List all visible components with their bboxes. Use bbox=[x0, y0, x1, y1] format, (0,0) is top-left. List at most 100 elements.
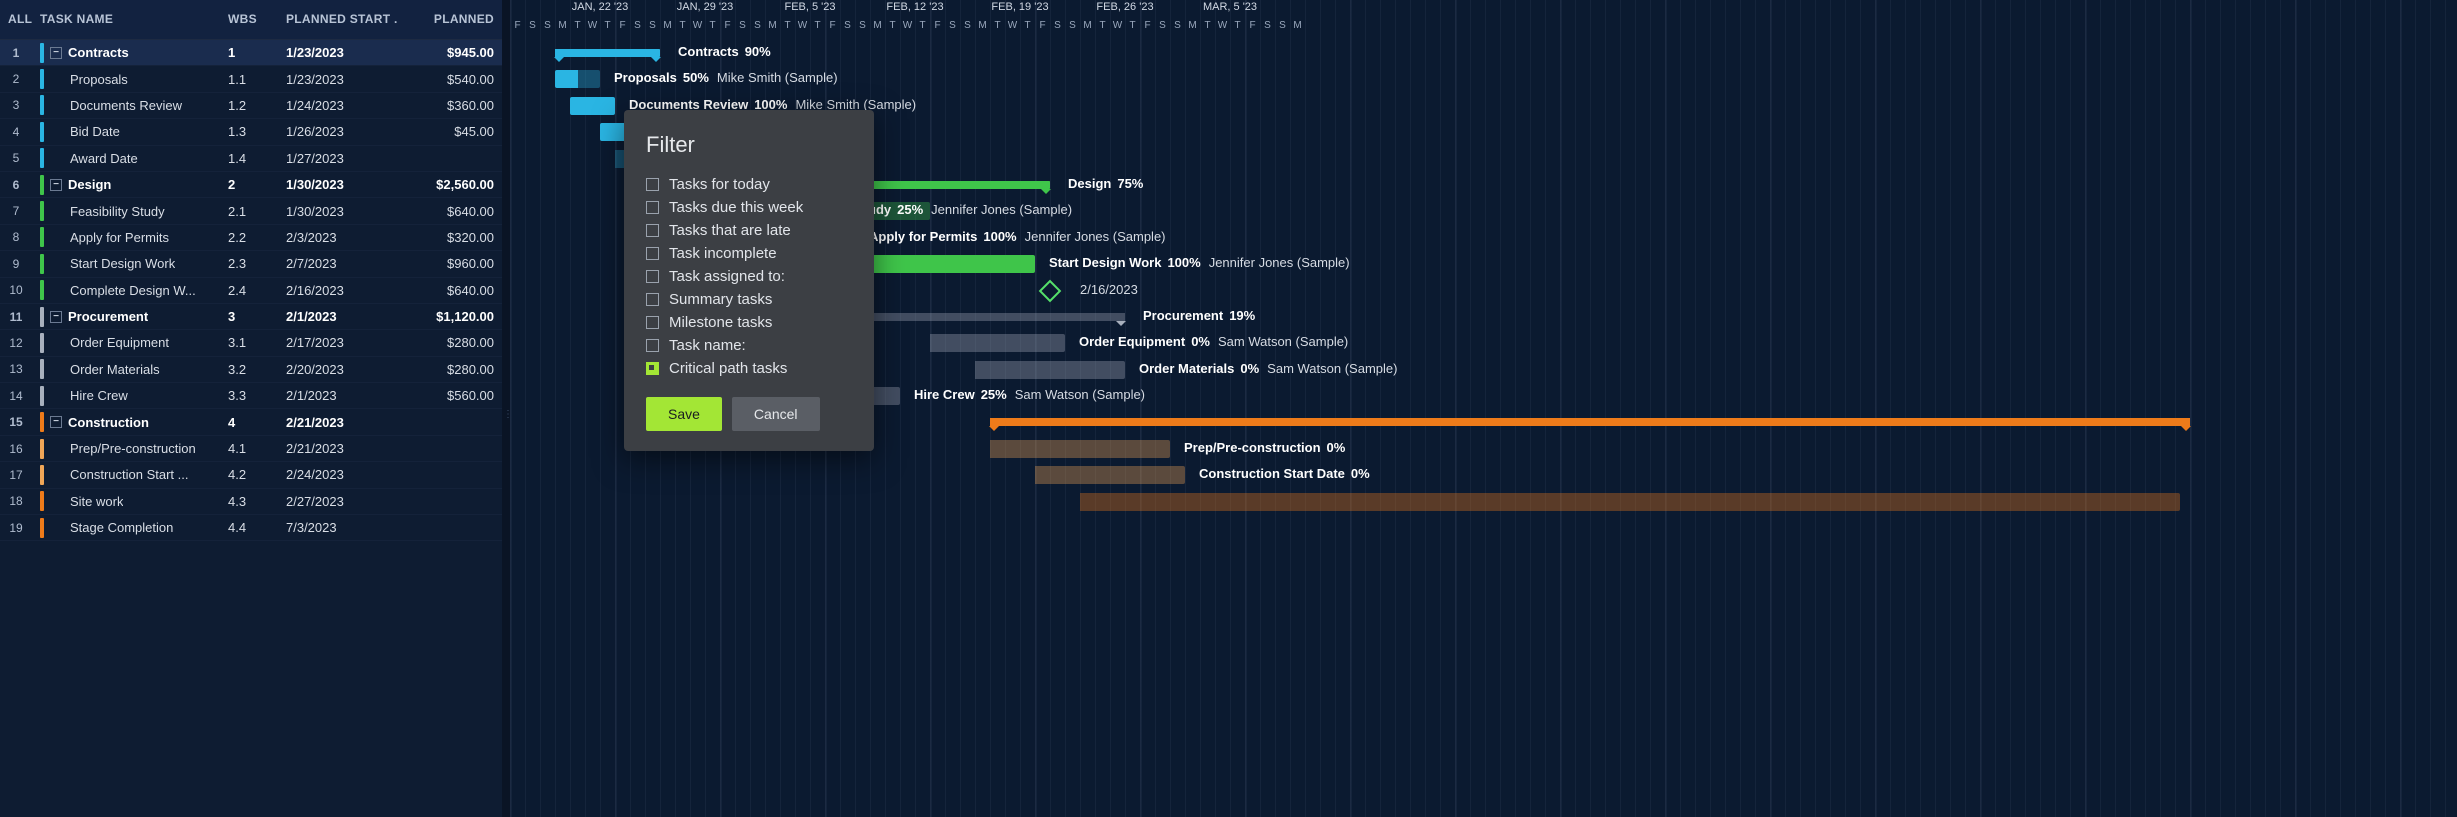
gantt-task-bar[interactable] bbox=[555, 70, 600, 88]
wbs-cell: 2 bbox=[220, 177, 278, 192]
gantt-task-bar[interactable] bbox=[975, 361, 1125, 379]
task-name-cell[interactable]: Construction Start ... bbox=[32, 465, 220, 485]
task-name-label: Order Materials bbox=[70, 362, 160, 377]
collapse-icon[interactable]: − bbox=[50, 47, 62, 59]
task-name-cell[interactable]: Stage Completion bbox=[32, 518, 220, 538]
timeline-day-label: T bbox=[780, 20, 795, 31]
task-name-cell[interactable]: −Design bbox=[32, 175, 220, 195]
table-row[interactable]: 9Start Design Work2.32/7/2023$960.00 bbox=[0, 251, 502, 277]
table-row[interactable]: 16Prep/Pre-construction4.12/21/2023 bbox=[0, 436, 502, 462]
task-name-cell[interactable]: Award Date bbox=[32, 148, 220, 168]
task-name-cell[interactable]: −Contracts bbox=[32, 43, 220, 63]
table-row[interactable]: 17Construction Start ...4.22/24/2023 bbox=[0, 462, 502, 488]
filter-option[interactable]: Task assigned to: bbox=[646, 268, 852, 285]
collapse-icon[interactable]: − bbox=[50, 416, 62, 428]
task-name-cell[interactable]: Prep/Pre-construction bbox=[32, 439, 220, 459]
save-button[interactable]: Save bbox=[646, 397, 722, 431]
column-header-all[interactable]: ALL bbox=[0, 0, 32, 39]
table-row[interactable]: 10Complete Design W...2.42/16/2023$640.0… bbox=[0, 278, 502, 304]
task-name-label: Documents Review bbox=[70, 98, 182, 113]
timeline-month-label: FEB, 19 '23 bbox=[991, 1, 1048, 13]
filter-option-label: Tasks for today bbox=[669, 176, 770, 193]
table-row[interactable]: 18Site work4.32/27/2023 bbox=[0, 489, 502, 515]
task-name-label: Prep/Pre-construction bbox=[70, 441, 196, 456]
filter-option[interactable]: Critical path tasks bbox=[646, 360, 852, 377]
task-name-cell[interactable]: Hire Crew bbox=[32, 386, 220, 406]
timeline-month-row: JAN, 22 '23JAN, 29 '23FEB, 5 '23FEB, 12 … bbox=[510, 0, 2457, 18]
gantt-summary-bar[interactable] bbox=[555, 49, 660, 57]
task-name-cell[interactable]: Feasibility Study bbox=[32, 201, 220, 221]
table-row[interactable]: 5Award Date1.41/27/2023 bbox=[0, 146, 502, 172]
table-row[interactable]: 3Documents Review1.21/24/2023$360.00 bbox=[0, 93, 502, 119]
filter-option[interactable]: Task name: bbox=[646, 337, 852, 354]
gantt-task-bar[interactable] bbox=[930, 334, 1065, 352]
gantt-task-bar[interactable] bbox=[1035, 466, 1185, 484]
timeline-day-label: M bbox=[870, 20, 885, 31]
collapse-icon[interactable]: − bbox=[50, 179, 62, 191]
checkbox-icon[interactable] bbox=[646, 178, 659, 191]
task-name-cell[interactable]: Start Design Work bbox=[32, 254, 220, 274]
column-header-planned-cost[interactable]: PLANNED bbox=[398, 0, 502, 39]
task-name-cell[interactable]: Proposals bbox=[32, 69, 220, 89]
timeline-day-label: F bbox=[615, 20, 630, 31]
checkbox-icon[interactable] bbox=[646, 224, 659, 237]
timeline-day-label: S bbox=[1065, 20, 1080, 31]
table-row[interactable]: 1−Contracts11/23/2023$945.00 bbox=[0, 40, 502, 66]
pane-splitter[interactable] bbox=[502, 0, 510, 817]
row-number: 7 bbox=[0, 204, 32, 218]
gantt-summary-bar[interactable] bbox=[990, 418, 2190, 426]
column-header-wbs[interactable]: WBS bbox=[220, 0, 278, 39]
filter-option[interactable]: Tasks for today bbox=[646, 176, 852, 193]
gantt-task-bar[interactable] bbox=[1080, 493, 2180, 511]
column-header-planned-start[interactable]: PLANNED START ... bbox=[278, 0, 398, 39]
wbs-cell: 2.4 bbox=[220, 283, 278, 298]
task-name-cell[interactable]: Order Materials bbox=[32, 359, 220, 379]
filter-option[interactable]: Task incomplete bbox=[646, 245, 852, 262]
task-name-label: Contracts bbox=[68, 45, 129, 60]
gantt-task-bar[interactable] bbox=[990, 440, 1170, 458]
timeline-day-label: S bbox=[1275, 20, 1290, 31]
filter-option[interactable]: Milestone tasks bbox=[646, 314, 852, 331]
table-row[interactable]: 8Apply for Permits2.22/3/2023$320.00 bbox=[0, 225, 502, 251]
table-row[interactable]: 19Stage Completion4.47/3/2023 bbox=[0, 515, 502, 541]
table-row[interactable]: 13Order Materials3.22/20/2023$280.00 bbox=[0, 357, 502, 383]
table-row[interactable]: 2Proposals1.11/23/2023$540.00 bbox=[0, 66, 502, 92]
milestone-icon[interactable] bbox=[1039, 279, 1062, 302]
column-header-taskname[interactable]: TASK NAME bbox=[32, 0, 220, 39]
task-name-cell[interactable]: Apply for Permits bbox=[32, 227, 220, 247]
checkbox-icon[interactable] bbox=[646, 201, 659, 214]
task-name-cell[interactable]: Documents Review bbox=[32, 95, 220, 115]
timeline-day-label: F bbox=[1140, 20, 1155, 31]
filter-option[interactable]: Tasks that are late bbox=[646, 222, 852, 239]
gantt-task-bar[interactable] bbox=[570, 97, 615, 115]
checkbox-icon[interactable] bbox=[646, 293, 659, 306]
task-name-cell[interactable]: −Construction bbox=[32, 412, 220, 432]
table-row[interactable]: 11−Procurement32/1/2023$1,120.00 bbox=[0, 304, 502, 330]
table-row[interactable]: 15−Construction42/21/2023 bbox=[0, 409, 502, 435]
task-name-cell[interactable]: Site work bbox=[32, 491, 220, 511]
table-row[interactable]: 7Feasibility Study2.11/30/2023$640.00 bbox=[0, 198, 502, 224]
timeline-day-label: M bbox=[660, 20, 675, 31]
timeline-day-label: S bbox=[1155, 20, 1170, 31]
task-name-cell[interactable]: Complete Design W... bbox=[32, 280, 220, 300]
task-name-cell[interactable]: −Procurement bbox=[32, 307, 220, 327]
checkbox-icon[interactable] bbox=[646, 270, 659, 283]
task-name-cell[interactable]: Order Equipment bbox=[32, 333, 220, 353]
task-name-cell[interactable]: Bid Date bbox=[32, 122, 220, 142]
table-row[interactable]: 6−Design21/30/2023$2,560.00 bbox=[0, 172, 502, 198]
table-row[interactable]: 12Order Equipment3.12/17/2023$280.00 bbox=[0, 330, 502, 356]
filter-option[interactable]: Summary tasks bbox=[646, 291, 852, 308]
collapse-icon[interactable]: − bbox=[50, 311, 62, 323]
checkbox-icon[interactable] bbox=[646, 247, 659, 260]
filter-option[interactable]: Tasks due this week bbox=[646, 199, 852, 216]
checkbox-icon[interactable] bbox=[646, 316, 659, 329]
checkbox-icon[interactable] bbox=[646, 362, 659, 375]
checkbox-icon[interactable] bbox=[646, 339, 659, 352]
planned-start-cell: 2/3/2023 bbox=[278, 230, 398, 245]
table-row[interactable]: 14Hire Crew3.32/1/2023$560.00 bbox=[0, 383, 502, 409]
row-number: 8 bbox=[0, 230, 32, 244]
table-row[interactable]: 4Bid Date1.31/26/2023$45.00 bbox=[0, 119, 502, 145]
cancel-button[interactable]: Cancel bbox=[732, 397, 820, 431]
color-strip bbox=[40, 148, 44, 168]
row-number: 5 bbox=[0, 151, 32, 165]
